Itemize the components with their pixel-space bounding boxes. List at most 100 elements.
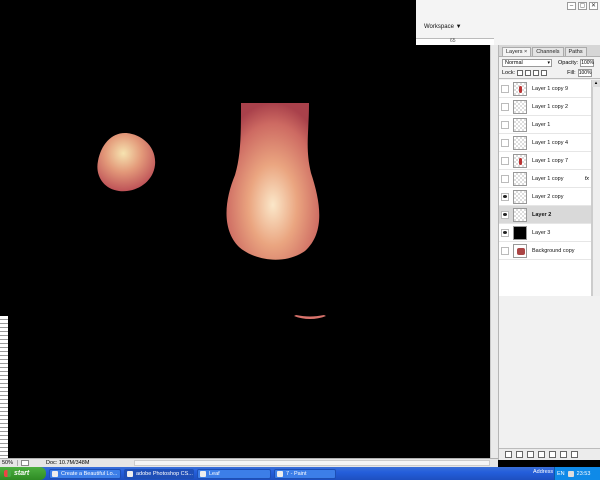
taskbar-button[interactable]: adobe Photoshop CS... bbox=[124, 468, 194, 479]
visibility-eye-icon[interactable] bbox=[501, 84, 509, 93]
layer-name: Layer 2 bbox=[532, 211, 552, 218]
ruler-tick-label: 65 bbox=[450, 38, 456, 44]
petal-bulb-shape bbox=[226, 103, 320, 260]
link-layers-icon[interactable] bbox=[505, 451, 512, 458]
layer-name: Layer 2 copy bbox=[532, 193, 564, 200]
document-size: Doc: 10.7M/348M bbox=[46, 460, 90, 466]
layer-row[interactable]: Background copy bbox=[499, 242, 591, 260]
layer-name: Layer 1 copy 9 bbox=[532, 85, 569, 92]
opacity-field[interactable]: 100% bbox=[580, 58, 595, 67]
layer-name: Layer 1 copy 2 bbox=[532, 103, 569, 110]
layer-row[interactable]: Layer 3 bbox=[499, 224, 591, 242]
ruler-vertical bbox=[0, 316, 8, 458]
new-group-icon[interactable] bbox=[549, 451, 556, 458]
blend-mode-value: Normal bbox=[505, 59, 523, 66]
start-button[interactable]: start bbox=[0, 467, 46, 480]
window-controls: – ▢ ✕ bbox=[567, 2, 598, 10]
layer-row[interactable]: Layer 2 copy bbox=[499, 188, 591, 206]
layer-thumbnail bbox=[513, 207, 527, 222]
visibility-eye-icon[interactable] bbox=[501, 210, 509, 219]
layer-thumbnail bbox=[513, 99, 527, 114]
minimize-button[interactable]: – bbox=[567, 2, 576, 10]
layer-row[interactable]: Layer 1 copy 9 bbox=[499, 80, 591, 98]
layer-row[interactable]: Layer 2 bbox=[499, 206, 591, 224]
status-bar: 50% Doc: 10.7M/348M bbox=[0, 458, 498, 467]
close-button[interactable]: ✕ bbox=[589, 2, 598, 10]
visibility-eye-icon[interactable] bbox=[501, 228, 509, 237]
layer-name: Background copy bbox=[532, 247, 575, 254]
address-label: Address bbox=[533, 469, 554, 475]
layer-thumbnail bbox=[513, 153, 527, 168]
layer-thumbnail bbox=[513, 225, 527, 240]
visibility-eye-icon[interactable] bbox=[501, 192, 509, 201]
new-layer-icon[interactable] bbox=[560, 451, 567, 458]
tab-layers[interactable]: Layers × bbox=[502, 47, 532, 56]
layer-style-icon[interactable] bbox=[516, 451, 523, 458]
app-icon bbox=[127, 470, 133, 477]
lock-all-icon[interactable] bbox=[541, 70, 548, 76]
visibility-eye-icon[interactable] bbox=[501, 138, 509, 147]
zoom-field[interactable]: 50% bbox=[0, 460, 18, 466]
layer-mask-icon[interactable] bbox=[527, 451, 534, 458]
taskbar-button-label: Leaf bbox=[209, 470, 220, 477]
lock-transparent-icon[interactable] bbox=[517, 70, 524, 76]
blend-mode-select[interactable]: Normal ▾ bbox=[502, 58, 552, 67]
document-horizontal-scrollbar[interactable] bbox=[134, 460, 490, 466]
layers-panel: Layers × Channels Paths Normal ▾ Opacity… bbox=[498, 45, 600, 460]
app-icon bbox=[277, 470, 283, 477]
lock-image-icon[interactable] bbox=[525, 70, 532, 76]
layer-name: Layer 1 copy bbox=[532, 175, 564, 182]
visibility-eye-icon[interactable] bbox=[501, 246, 509, 255]
adjustment-layer-icon[interactable] bbox=[538, 451, 545, 458]
start-label: start bbox=[14, 470, 30, 477]
lock-position-icon[interactable] bbox=[533, 70, 540, 76]
layer-row[interactable]: Layer 1 copy 2 bbox=[499, 98, 591, 116]
document-canvas[interactable] bbox=[0, 0, 490, 458]
layer-row[interactable]: Layer 1 bbox=[499, 116, 591, 134]
layers-list: Layer 1 copy 9 Layer 1 copy 2 Layer 1 Layer… bbox=[499, 80, 592, 296]
layer-row[interactable]: Layer 1 copy 7 bbox=[499, 152, 591, 170]
visibility-eye-icon[interactable] bbox=[501, 120, 509, 129]
visibility-eye-icon[interactable] bbox=[501, 156, 509, 165]
maximize-button[interactable]: ▢ bbox=[578, 2, 587, 10]
app-icon bbox=[200, 470, 206, 477]
fill-field[interactable]: 100% bbox=[577, 69, 592, 77]
layer-name: Layer 1 bbox=[532, 121, 551, 128]
visibility-eye-icon[interactable] bbox=[501, 174, 509, 183]
blend-opacity-row: Normal ▾ Opacity: 100% bbox=[499, 57, 600, 68]
app-icon bbox=[52, 470, 58, 477]
layer-name: Layer 1 copy 7 bbox=[532, 157, 569, 164]
layer-thumbnail bbox=[513, 189, 527, 204]
taskbar-button-label: 7 - Paint bbox=[286, 470, 307, 477]
lock-label: Lock: bbox=[502, 70, 516, 76]
language-indicator[interactable]: EN bbox=[557, 471, 565, 477]
document-info-icon bbox=[21, 460, 29, 466]
tray-icon[interactable] bbox=[567, 470, 574, 477]
taskbar-button[interactable]: 7 - Paint bbox=[274, 468, 336, 479]
delete-layer-icon[interactable] bbox=[571, 451, 578, 458]
layer-effects-icon[interactable]: fx bbox=[585, 176, 589, 182]
tab-paths[interactable]: Paths bbox=[564, 47, 587, 56]
taskbar-button-label: adobe Photoshop CS... bbox=[136, 470, 193, 477]
visibility-eye-icon[interactable] bbox=[501, 102, 509, 111]
taskbar-button[interactable]: Create a Beautiful Lo... bbox=[49, 468, 121, 479]
taskbar: start Create a Beautiful Lo... adobe Phot… bbox=[0, 467, 600, 480]
windows-logo-icon bbox=[4, 470, 11, 477]
layer-thumbnail bbox=[513, 117, 527, 132]
lock-fill-row: Lock: Fill: 100% bbox=[499, 68, 600, 79]
tab-channels[interactable]: Channels bbox=[532, 47, 564, 56]
chevron-down-icon: ▾ bbox=[547, 59, 550, 66]
taskbar-button[interactable]: Leaf bbox=[197, 468, 271, 479]
layers-list-scrollbar[interactable] bbox=[592, 80, 600, 296]
layer-thumbnail bbox=[513, 135, 527, 150]
layer-row[interactable]: Layer 1 copy 4 bbox=[499, 134, 591, 152]
fill-label: Fill: bbox=[567, 70, 576, 76]
layer-row[interactable]: Layer 1 copy fx bbox=[499, 170, 591, 188]
scroll-up-icon[interactable]: ▴ bbox=[592, 80, 600, 87]
document-vertical-scrollbar[interactable] bbox=[490, 45, 498, 460]
layer-thumbnail bbox=[513, 171, 527, 186]
layer-thumbnail bbox=[513, 81, 527, 96]
panel-tab-bar: Layers × Channels Paths bbox=[499, 45, 600, 57]
layer-thumbnail bbox=[513, 243, 527, 258]
workspace-button[interactable]: Workspace ▼ bbox=[424, 24, 462, 30]
